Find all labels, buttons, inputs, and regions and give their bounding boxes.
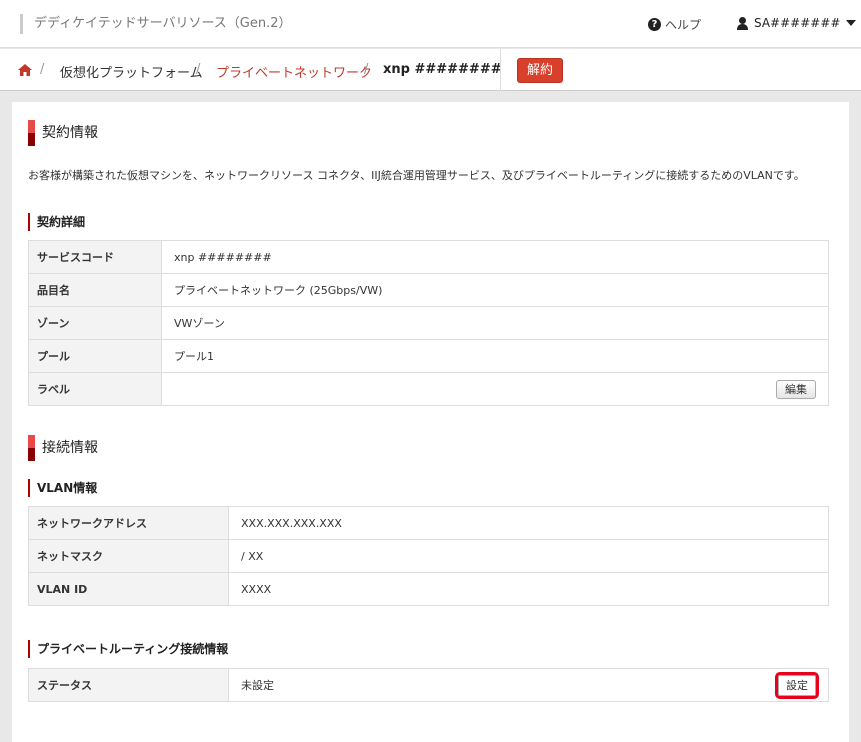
row-value: 未設定 bbox=[241, 679, 274, 692]
table-row: VLAN ID XXXX bbox=[28, 572, 829, 606]
breadcrumb-separator: / bbox=[196, 62, 201, 77]
cancel-contract-button[interactable]: 解約 bbox=[517, 58, 563, 83]
edit-label-button[interactable]: 編集 bbox=[776, 380, 816, 399]
caret-down-icon bbox=[846, 20, 857, 26]
title-marker bbox=[28, 435, 35, 461]
breadcrumb-separator: / bbox=[364, 62, 369, 77]
contract-details-table: サービスコード xnp ######## 品目名 プライベートネットワーク (2… bbox=[28, 240, 829, 406]
setting-button[interactable]: 設定 bbox=[775, 672, 819, 699]
row-label: ゾーン bbox=[28, 306, 162, 340]
row-value: XXX.XXX.XXX.XXX bbox=[228, 506, 829, 540]
contract-description: お客様が構築された仮想マシンを、ネットワークリソース コネクタ、IIJ統合運用管… bbox=[28, 169, 805, 182]
row-label: ステータス bbox=[28, 668, 229, 702]
table-row: プール プール1 bbox=[28, 339, 829, 373]
table-row: ネットワークアドレス XXX.XXX.XXX.XXX bbox=[28, 506, 829, 540]
private-routing-table: ステータス 未設定 設定 bbox=[28, 668, 829, 702]
help-link[interactable]: ? ヘルプ bbox=[648, 16, 701, 33]
private-routing-title: プライベートルーティング接続情報 bbox=[28, 640, 228, 658]
contract-info-title-text: 契約情報 bbox=[42, 125, 98, 141]
user-icon bbox=[737, 16, 748, 30]
home-icon[interactable] bbox=[18, 64, 32, 76]
vlan-info-table: ネットワークアドレス XXX.XXX.XXX.XXX ネットマスク / XX V… bbox=[28, 506, 829, 606]
row-label: ラベル bbox=[28, 372, 162, 406]
breadcrumb-item-platform[interactable]: 仮想化プラットフォーム bbox=[60, 62, 203, 81]
user-name: SA####### bbox=[754, 16, 841, 30]
connection-info-title-text: 接続情報 bbox=[42, 440, 98, 456]
table-row: サービスコード xnp ######## bbox=[28, 240, 829, 274]
table-row: ゾーン VWゾーン bbox=[28, 306, 829, 340]
breadcrumb: / 仮想化プラットフォーム / プライベートネットワーク / xnp #####… bbox=[0, 49, 861, 91]
top-header: デディケイテッドサーバリソース（Gen.2） ? ヘルプ SA####### bbox=[0, 0, 861, 48]
table-row: 品目名 プライベートネットワーク (25Gbps/VW) bbox=[28, 273, 829, 307]
row-value: プライベートネットワーク (25Gbps/VW) bbox=[161, 273, 829, 307]
user-menu[interactable]: SA####### bbox=[737, 16, 857, 30]
help-label: ヘルプ bbox=[665, 18, 702, 32]
contract-info-title: 契約情報 bbox=[28, 120, 98, 146]
vlan-info-title: VLAN情報 bbox=[28, 479, 97, 497]
contract-details-title: 契約詳細 bbox=[28, 213, 85, 231]
label-value-cell: 編集 bbox=[161, 372, 829, 406]
row-label: プール bbox=[28, 339, 162, 373]
breadcrumb-separator: / bbox=[40, 62, 45, 77]
breadcrumb-divider bbox=[500, 49, 501, 91]
table-row: ネットマスク / XX bbox=[28, 539, 829, 573]
table-row: ステータス 未設定 設定 bbox=[28, 668, 829, 702]
row-label: VLAN ID bbox=[28, 572, 229, 606]
app-name: デディケイテッドサーバリソース（Gen.2） bbox=[20, 14, 292, 34]
row-label: 品目名 bbox=[28, 273, 162, 307]
table-row: ラベル 編集 bbox=[28, 372, 829, 406]
title-marker bbox=[28, 120, 35, 146]
breadcrumb-item-current: xnp ######## bbox=[383, 62, 502, 77]
row-value: xnp ######## bbox=[161, 240, 829, 274]
row-label: ネットマスク bbox=[28, 539, 229, 573]
row-label: サービスコード bbox=[28, 240, 162, 274]
breadcrumb-item-private-network[interactable]: プライベートネットワーク bbox=[216, 62, 372, 81]
status-value-cell: 未設定 設定 bbox=[228, 668, 829, 702]
row-label: ネットワークアドレス bbox=[28, 506, 229, 540]
question-circle-icon: ? bbox=[648, 18, 661, 31]
row-value: VWゾーン bbox=[161, 306, 829, 340]
row-value: プール1 bbox=[161, 339, 829, 373]
row-value: / XX bbox=[228, 539, 829, 573]
connection-info-title: 接続情報 bbox=[28, 435, 98, 461]
row-value: XXXX bbox=[228, 572, 829, 606]
